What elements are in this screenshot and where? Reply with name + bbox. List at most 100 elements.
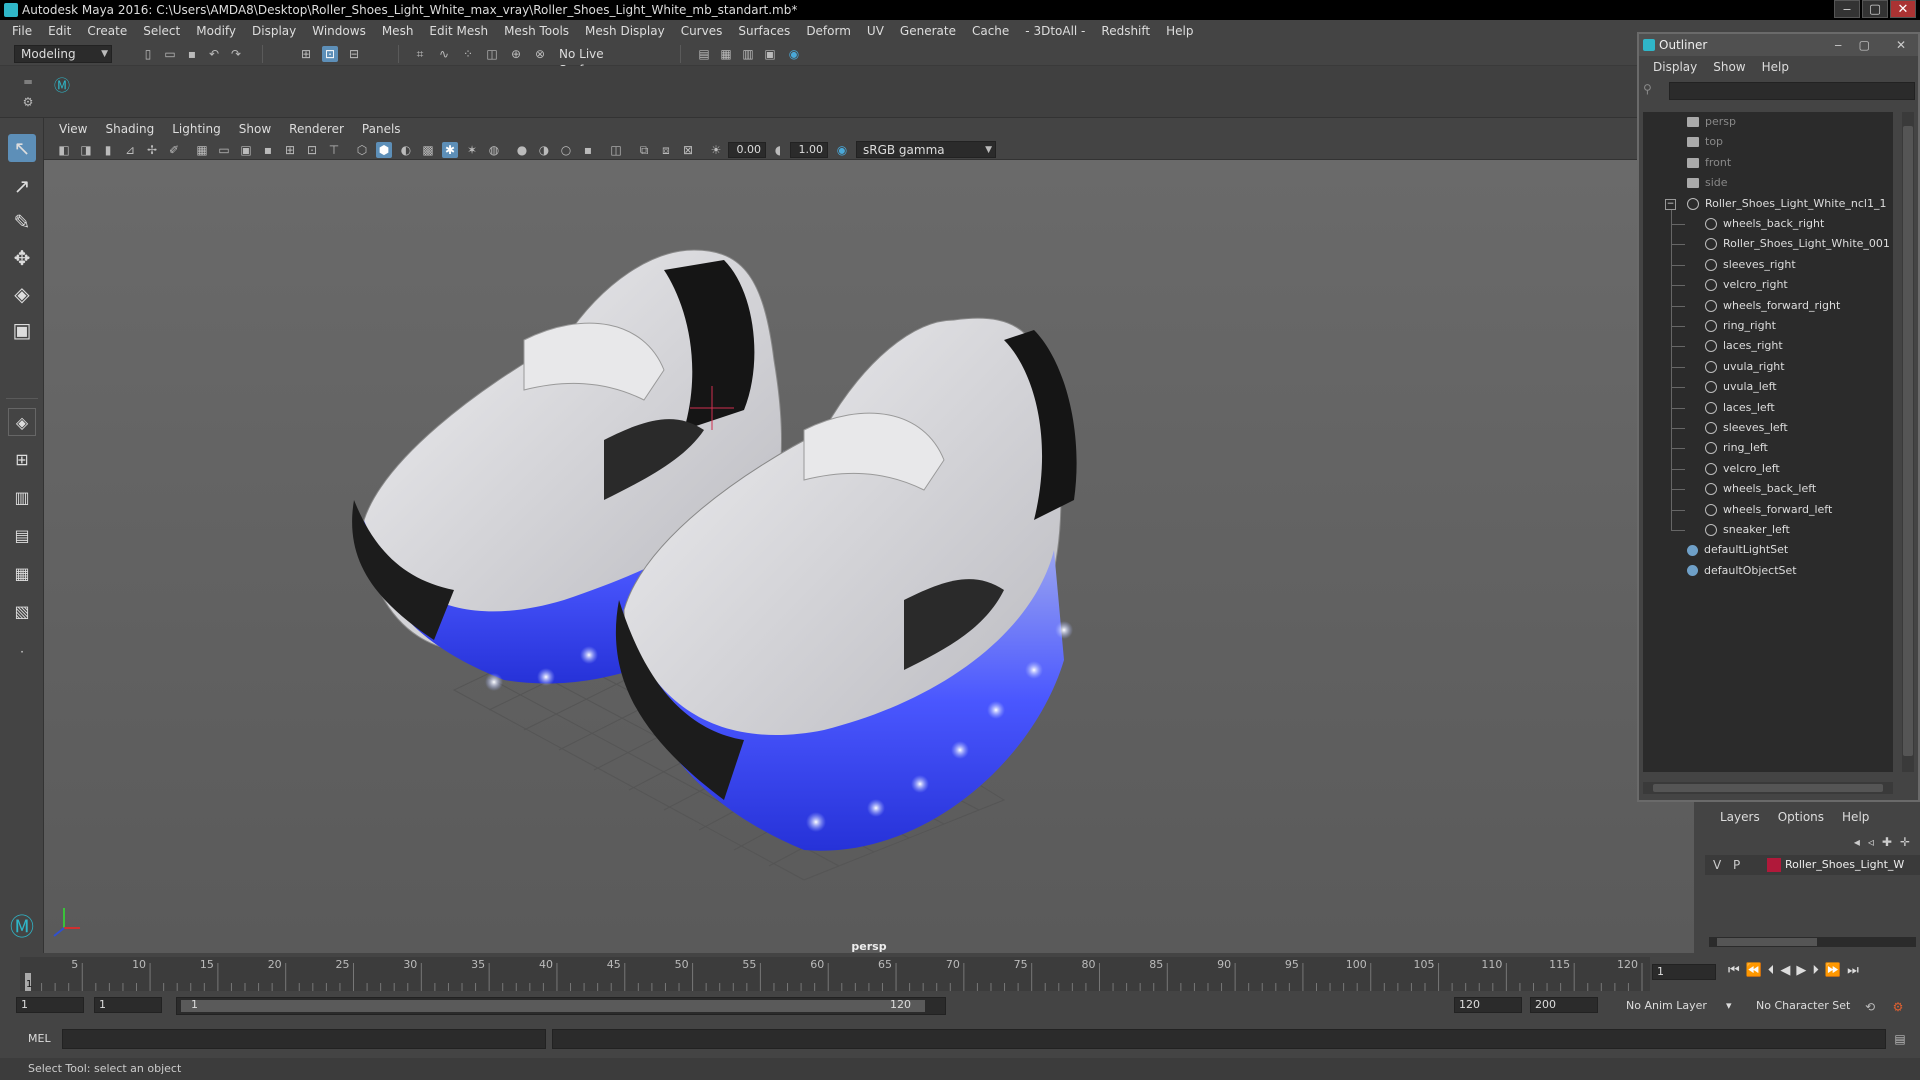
- command-input[interactable]: [62, 1029, 546, 1049]
- menu-3dtoall[interactable]: - 3DtoAll -: [1017, 24, 1093, 38]
- snap-curve-icon[interactable]: ∿: [436, 46, 452, 62]
- smooth-shade-icon[interactable]: ⬢: [376, 142, 392, 158]
- outliner-item-Roller_Shoes_Light_White_001[interactable]: Roller_Shoes_Light_White_001: [1705, 234, 1890, 254]
- screen-space-ao-icon[interactable]: ◍: [486, 142, 502, 158]
- snap-together-icon[interactable]: ⊗: [532, 46, 548, 62]
- menu-windows[interactable]: Windows: [304, 24, 374, 38]
- step-forward-frame-icon[interactable]: ⏵: [1812, 963, 1819, 978]
- outliner-item-ring_left[interactable]: ring_left: [1705, 438, 1768, 458]
- layer-color-swatch[interactable]: [1767, 858, 1781, 872]
- layer-playback-toggle[interactable]: P: [1733, 855, 1740, 875]
- outliner-group-item[interactable]: Roller_Shoes_Light_White_ncl1_1: [1687, 194, 1886, 214]
- go-to-end-icon[interactable]: ⏭: [1847, 963, 1859, 978]
- auto-key-icon[interactable]: ⟲: [1862, 999, 1878, 1015]
- menu-uv[interactable]: UV: [859, 24, 892, 38]
- viewport-menu-panels[interactable]: Panels: [353, 122, 410, 136]
- anim-layer-dropdown[interactable]: No Anim Layer ▾: [1626, 999, 1738, 1012]
- render-view-icon[interactable]: ▣: [762, 46, 778, 62]
- live-surface-field[interactable]: No Live Surface: [552, 45, 648, 77]
- perspective-viewport[interactable]: persp: [44, 160, 1694, 953]
- grid-toggle-icon[interactable]: ▦: [194, 142, 210, 158]
- safe-action-icon[interactable]: ⊡: [304, 142, 320, 158]
- select-by-object-icon[interactable]: ⊡: [322, 46, 338, 62]
- mel-label[interactable]: MEL: [28, 1032, 51, 1045]
- image-plane-icon[interactable]: ⊿: [122, 142, 138, 158]
- layer-visibility-toggle[interactable]: V: [1713, 855, 1721, 875]
- xray-icon[interactable]: ◫: [608, 142, 624, 158]
- menu-display[interactable]: Display: [244, 24, 304, 38]
- grease-pencil-icon[interactable]: ✐: [166, 142, 182, 158]
- outliner-item-sneaker_left[interactable]: sneaker_left: [1705, 520, 1790, 540]
- menu-redshift[interactable]: Redshift: [1093, 24, 1158, 38]
- mode-dropdown[interactable]: Modeling ▼: [14, 45, 112, 63]
- outliner-item-velcro_right[interactable]: velcro_right: [1705, 275, 1788, 295]
- maya-shelf-icon[interactable]: Ⓜ: [54, 78, 70, 94]
- scroll-thumb[interactable]: [1717, 938, 1817, 946]
- character-set-dropdown[interactable]: No Character Set: [1756, 999, 1850, 1012]
- ipr-render-icon[interactable]: ▥: [740, 46, 756, 62]
- color-management-icon[interactable]: ◉: [834, 142, 850, 158]
- menu-surfaces[interactable]: Surfaces: [730, 24, 798, 38]
- outliner-horizontal-scrollbar[interactable]: [1643, 782, 1893, 794]
- hypershade-icon[interactable]: ◉: [786, 46, 802, 62]
- menu-deform[interactable]: Deform: [798, 24, 859, 38]
- start-time-field[interactable]: 1: [16, 997, 84, 1013]
- resolution-gate-icon[interactable]: ▣: [238, 142, 254, 158]
- outliner-close-button[interactable]: ✕: [1896, 34, 1906, 56]
- play-forward-icon[interactable]: ▶: [1796, 963, 1806, 978]
- layer-menu-help[interactable]: Help: [1833, 810, 1878, 824]
- field-chart-icon[interactable]: ⊞: [282, 142, 298, 158]
- outliner-minimize-button[interactable]: ‒: [1834, 34, 1842, 56]
- playback-start-field[interactable]: 1: [94, 997, 162, 1013]
- outliner-item-wheels_back_right[interactable]: wheels_back_right: [1705, 214, 1824, 234]
- isolate-select-icon[interactable]: ▪: [580, 142, 596, 158]
- scale-tool-icon[interactable]: ▣: [8, 316, 36, 344]
- layer-menu-options[interactable]: Options: [1769, 810, 1833, 824]
- paint-select-icon[interactable]: ✎: [8, 208, 36, 236]
- color-space-dropdown[interactable]: sRGB gamma ▼: [856, 141, 996, 158]
- time-slider-ruler[interactable]: 5 10 15 20 25 30 35 40 45 50 55 60 65 70 75 80 85 90 95 100…: [20, 953, 1670, 993]
- outliner-item-sleeves_left[interactable]: sleeves_left: [1705, 418, 1788, 438]
- select-by-hierarchy-icon[interactable]: ⊞: [298, 46, 314, 62]
- viewport-menu-lighting[interactable]: Lighting: [163, 122, 230, 136]
- playback-end-field[interactable]: 120: [1454, 997, 1522, 1013]
- film-gate-icon[interactable]: ▭: [216, 142, 232, 158]
- outliner-item-uvula_right[interactable]: uvula_right: [1705, 357, 1785, 377]
- motion-blur-icon[interactable]: ●: [514, 142, 530, 158]
- layer-row[interactable]: V P Roller_Shoes_Light_W: [1705, 855, 1920, 875]
- textured-icon[interactable]: ▩: [420, 142, 436, 158]
- move-tool-icon[interactable]: ✥: [8, 244, 36, 272]
- undo-icon[interactable]: ↶: [206, 46, 222, 62]
- open-scene-icon[interactable]: ▭: [162, 46, 178, 62]
- camera-attributes-icon[interactable]: ◨: [78, 142, 94, 158]
- new-layer-icon[interactable]: ✚: [1882, 835, 1892, 849]
- shadows-icon[interactable]: ✶: [464, 142, 480, 158]
- menu-file[interactable]: File: [4, 24, 40, 38]
- minimize-button[interactable]: ‒: [1834, 0, 1860, 18]
- redo-icon[interactable]: ↷: [228, 46, 244, 62]
- save-scene-icon[interactable]: ▪: [184, 46, 200, 62]
- gamma-field[interactable]: 1.00: [790, 142, 828, 158]
- new-scene-icon[interactable]: ▯: [140, 46, 156, 62]
- exposure-icon[interactable]: ☀: [708, 142, 724, 158]
- outliner-maximize-button[interactable]: ▢: [1859, 34, 1870, 56]
- outliner-set-defaultLightSet[interactable]: defaultLightSet: [1687, 540, 1788, 560]
- range-slider-bar[interactable]: 1 120: [176, 997, 946, 1015]
- safe-title-icon[interactable]: ⊤: [326, 142, 342, 158]
- menu-mesh[interactable]: Mesh: [374, 24, 422, 38]
- move-layer-down-icon[interactable]: ◃: [1868, 835, 1874, 849]
- step-back-key-icon[interactable]: ⏪: [1746, 963, 1762, 978]
- shaded-wire-icon[interactable]: ◐: [398, 142, 414, 158]
- xray-joints-icon[interactable]: ⧈: [658, 142, 674, 158]
- menu-cache[interactable]: Cache: [964, 24, 1017, 38]
- outliner-camera-side[interactable]: side: [1687, 173, 1728, 193]
- outliner-item-wheels_forward_left[interactable]: wheels_forward_left: [1705, 500, 1832, 520]
- play-backward-icon[interactable]: ◀: [1780, 963, 1790, 978]
- menu-modify[interactable]: Modify: [188, 24, 244, 38]
- shelf-settings-icon[interactable]: ⚙: [20, 94, 36, 110]
- menu-create[interactable]: Create: [79, 24, 135, 38]
- four-view-layout-icon[interactable]: ⊞: [8, 446, 36, 474]
- outliner-item-ring_right[interactable]: ring_right: [1705, 316, 1776, 336]
- viewport-menu-view[interactable]: View: [50, 122, 96, 136]
- layout-options-icon[interactable]: ▧: [8, 598, 36, 626]
